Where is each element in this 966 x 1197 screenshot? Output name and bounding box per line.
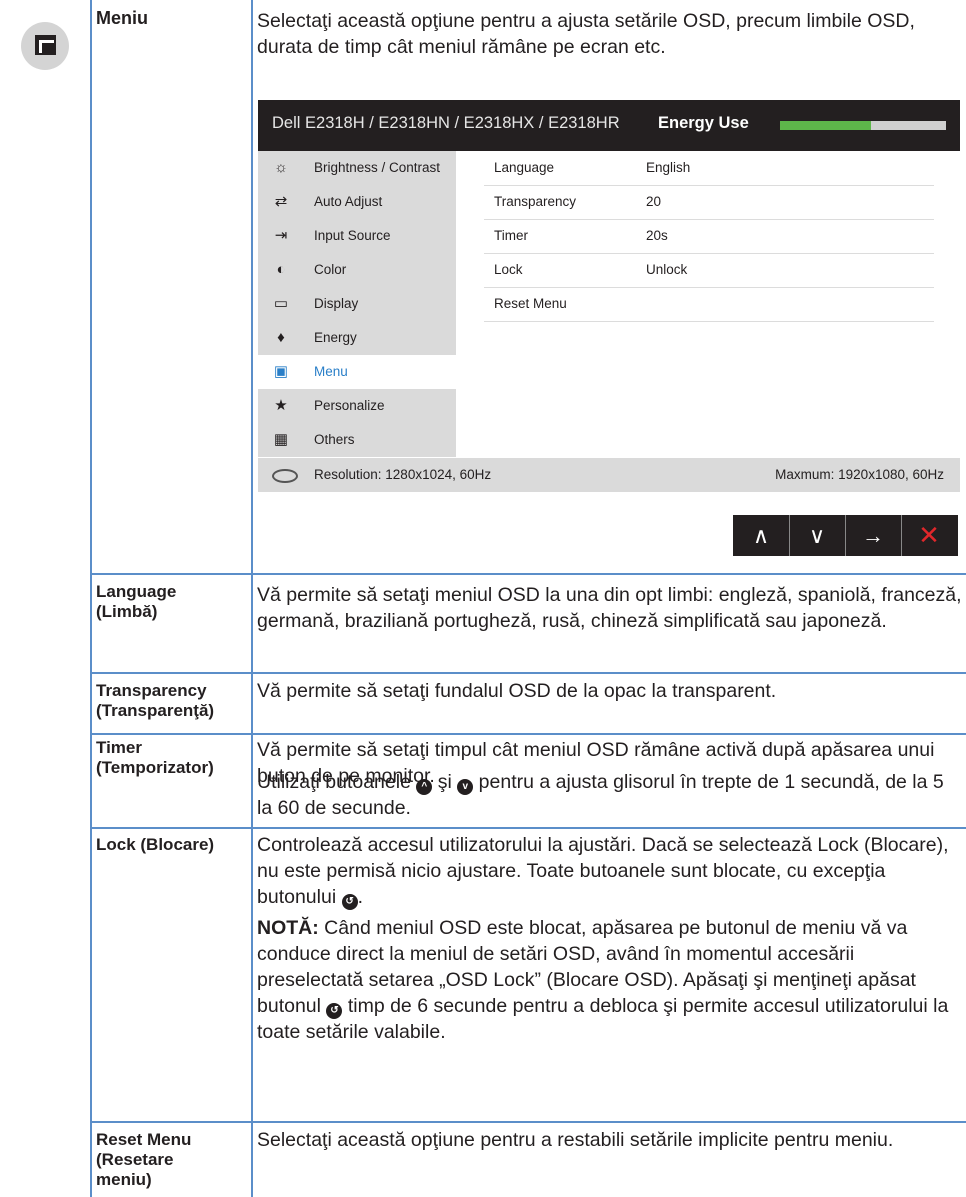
right-arrow-icon[interactable]: → <box>845 515 902 556</box>
resolution-icon <box>272 469 298 483</box>
osd-menu-item-label: Menu <box>314 364 348 379</box>
row-label-lock: Lock (Blocare) <box>96 835 215 854</box>
grid-line <box>90 672 966 674</box>
osd-menu-item-label: Personalize <box>314 398 385 413</box>
osd-setting-row[interactable]: Timer 20s <box>484 219 934 254</box>
text: . <box>357 886 363 908</box>
osd-menu-item[interactable]: ⇥ Input Source <box>258 219 456 253</box>
osd-setting-value: 20s <box>646 228 668 243</box>
row-label-reset-menu: Reset Menu (Resetare meniu) <box>96 1130 191 1190</box>
row-desc-language: Vă permite să setaţi meniul OSD la una d… <box>257 584 962 632</box>
osd-menu-item-label: Auto Adjust <box>314 194 383 209</box>
up-icon[interactable]: ∧ <box>733 515 790 556</box>
grid-line <box>251 0 253 1197</box>
menu-icon: ▣ <box>273 363 289 380</box>
back-button-icon: ↺ <box>326 1003 343 1019</box>
down-icon[interactable]: ∨ <box>789 515 846 556</box>
text: Utilizaţi butoanele <box>257 771 417 793</box>
osd-menu-item-label: Input Source <box>314 228 391 243</box>
row-label-transparency: Transparency (Transparenţă) <box>96 681 214 721</box>
label-line: Timer <box>96 738 142 757</box>
osd-setting-row[interactable]: Reset Menu <box>484 287 934 322</box>
star-icon: ★ <box>274 397 288 414</box>
back-button-icon: ↺ <box>341 894 358 910</box>
close-icon[interactable]: ✕ <box>901 515 957 556</box>
row-label-timer: Timer (Temporizator) <box>96 738 214 778</box>
osd-setting-value: English <box>646 160 691 175</box>
brightness-icon: ☼ <box>274 159 288 176</box>
osd-model-name: Dell E2318H / E2318HN / E2318HX / E2318H… <box>272 114 620 132</box>
row-desc-meniu: Selectaţi această opţiune pentru a ajust… <box>257 10 915 58</box>
row-label-meniu: Meniu <box>96 8 148 28</box>
input-source-icon: ⇥ <box>274 227 288 244</box>
osd-sidebar: ☼ Brightness / Contrast ⇄ Auto Adjust ⇥ Input… <box>258 151 456 457</box>
grid-line <box>90 0 92 1197</box>
row-note-lock: NOTĂ: Când meniul OSD este blocat, apăsa… <box>257 915 962 1045</box>
osd-header: Dell E2318H / E2318HN / E2318HX / E2318H… <box>258 100 960 151</box>
osd-menu-item[interactable]: ◐ Color <box>258 253 456 287</box>
energy-use-bar <box>780 121 946 130</box>
grid-line <box>90 573 966 575</box>
grid-line <box>90 733 966 735</box>
osd-menu-item-label: Color <box>314 262 347 277</box>
osd-menu-item[interactable]: ★ Personalize <box>258 389 456 423</box>
osd-menu-item-label: Display <box>314 296 359 311</box>
up-button-icon: ^ <box>416 779 433 795</box>
osd-setting-key: Reset Menu <box>494 296 567 311</box>
grid-line <box>90 827 966 829</box>
note-label: NOTĂ: <box>257 917 319 939</box>
label-line: meniu) <box>96 1170 152 1189</box>
osd-menu-item[interactable]: ☼ Brightness / Contrast <box>258 151 456 185</box>
osd-setting-value: Unlock <box>646 262 688 277</box>
osd-menu-item[interactable]: ♦ Energy <box>258 321 456 355</box>
label-line: Reset Menu <box>96 1130 192 1149</box>
color-icon: ◐ <box>276 261 286 278</box>
osd-setting-key: Lock <box>494 262 523 277</box>
osd-setting-row[interactable]: Lock Unlock <box>484 253 934 288</box>
osd-menu-item-label: Energy <box>314 330 357 345</box>
osd-setting-value: 20 <box>646 194 662 209</box>
grid-line <box>90 1121 966 1123</box>
osd-menu-item[interactable]: ▣ Menu <box>258 355 456 389</box>
label-line: (Limbă) <box>96 602 158 621</box>
row-desc-reset-menu: Selectaţi această opţiune pentru a resta… <box>257 1129 894 1151</box>
osd-resolution: Resolution: 1280x1024, 60Hz <box>314 467 492 482</box>
label-line: Transparency <box>96 681 207 700</box>
osd-menu-item[interactable]: ⇄ Auto Adjust <box>258 185 456 219</box>
row-desc-timer-2: Utilizaţi butoanele ^ şi v pentru a ajus… <box>257 769 962 821</box>
text: şi <box>432 771 458 793</box>
osd-setting-key: Timer <box>494 228 528 243</box>
others-icon: ▦ <box>273 431 289 448</box>
label-line: Language <box>96 582 177 601</box>
osd-energy-label: Energy Use <box>658 114 749 132</box>
energy-use-fill <box>780 121 872 130</box>
label-line: (Transparenţă) <box>96 701 215 720</box>
text: timp de 6 secunde pentru a debloca şi pe… <box>257 995 949 1043</box>
auto-adjust-icon: ⇄ <box>274 193 288 210</box>
row-desc-transparency: Vă permite să setaţi fundalul OSD de la … <box>257 680 777 702</box>
osd-menu-item-label: Brightness / Contrast <box>314 160 441 175</box>
menu-section-icon <box>21 22 69 70</box>
display-icon: ▭ <box>273 295 289 312</box>
osd-setting-row[interactable]: Language English <box>484 151 934 186</box>
row-desc-lock: Controlează accesul utilizatorului la aj… <box>257 832 962 910</box>
osd-menu-item-label: Others <box>314 432 355 447</box>
down-button-icon: v <box>457 779 474 795</box>
label-line: (Temporizator) <box>96 758 214 777</box>
osd-setting-row[interactable]: Transparency 20 <box>484 185 934 220</box>
label-line: (Resetare <box>96 1150 174 1169</box>
osd-setting-key: Language <box>494 160 555 175</box>
osd-setting-key: Transparency <box>494 194 577 209</box>
osd-footer: Resolution: 1280x1024, 60Hz Maxmum: 1920… <box>258 458 960 492</box>
energy-icon: ♦ <box>277 329 285 346</box>
osd-menu-item[interactable]: ▭ Display <box>258 287 456 321</box>
row-label-language: Language (Limbă) <box>96 582 176 622</box>
osd-menu-item[interactable]: ▦ Others <box>258 423 456 457</box>
osd-maximum: Maxmum: 1920x1080, 60Hz <box>775 467 944 482</box>
osd-buttons: ∧ ∨ → ✕ <box>733 515 958 556</box>
